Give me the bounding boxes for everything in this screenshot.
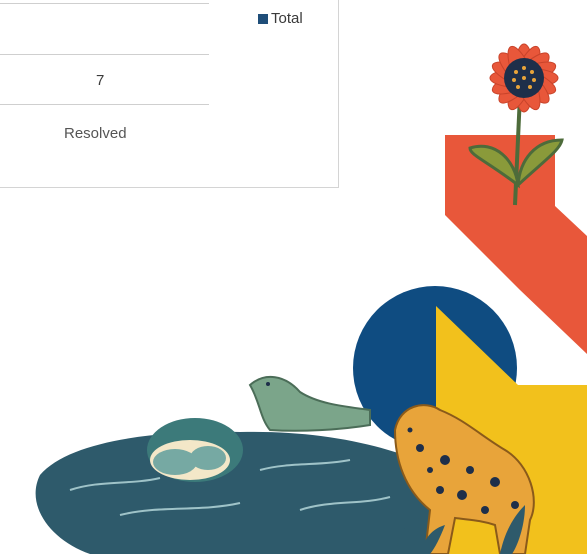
decorative-illustration xyxy=(35,43,587,554)
bush-icon xyxy=(147,418,243,482)
alligator-icon xyxy=(248,376,371,432)
